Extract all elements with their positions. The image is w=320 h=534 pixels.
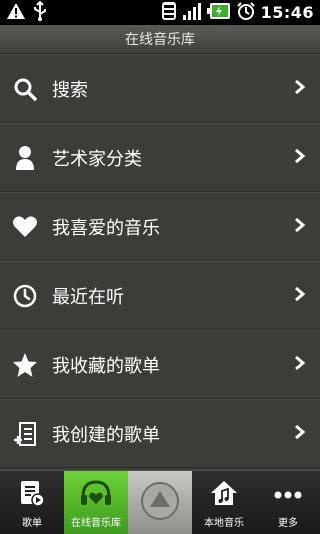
- menu-item-search[interactable]: 搜索: [0, 54, 320, 123]
- menu-item-label: 最近在听: [52, 286, 124, 308]
- chevron-right-icon: [294, 217, 306, 237]
- bottom-tab-bar: 歌单 在线音乐库 本地音乐 更多: [0, 470, 320, 534]
- tab-more[interactable]: 更多: [256, 471, 320, 534]
- usb-icon: [32, 0, 48, 25]
- chevron-right-icon: [294, 79, 306, 99]
- add-playlist-icon: [12, 421, 38, 447]
- tab-local-music[interactable]: 本地音乐: [192, 471, 256, 534]
- alarm-icon: [236, 1, 256, 25]
- menu-item-created-playlists[interactable]: 我创建的歌单: [0, 399, 320, 468]
- menu-item-saved-playlists[interactable]: 我收藏的歌单: [0, 330, 320, 399]
- battery-icon: [206, 2, 231, 24]
- tab-label: 歌单: [22, 518, 42, 529]
- signal-icon: [182, 1, 202, 25]
- home-music-icon: [209, 479, 239, 511]
- playlist-icon: [18, 479, 46, 511]
- menu-item-recently-played[interactable]: 最近在听: [0, 261, 320, 330]
- more-dots-icon: [273, 479, 303, 511]
- headphones-heart-icon: [80, 479, 112, 511]
- title-bar: 在线音乐库: [0, 25, 320, 54]
- menu-item-label: 艺术家分类: [52, 148, 142, 170]
- menu-item-label: 搜索: [52, 79, 88, 101]
- chevron-right-icon: [294, 286, 306, 306]
- tab-online-library[interactable]: 在线音乐库: [64, 471, 128, 534]
- menu-list: 搜索 艺术家分类 我喜爱的音乐 最近在听 我收藏的歌单 我创建的歌单: [0, 54, 320, 470]
- tab-center-player[interactable]: [128, 471, 192, 534]
- chevron-right-icon: [294, 355, 306, 375]
- menu-item-artist-category[interactable]: 艺术家分类: [0, 123, 320, 192]
- tab-label: 在线音乐库: [71, 518, 121, 529]
- clock-time: 15:46: [260, 3, 314, 22]
- tab-playlists[interactable]: 歌单: [0, 471, 64, 534]
- menu-item-label: 我喜爱的音乐: [52, 217, 160, 239]
- menu-item-label: 我收藏的歌单: [52, 355, 160, 377]
- up-arrow-icon: [140, 481, 180, 525]
- menu-item-label: 我创建的歌单: [52, 424, 160, 446]
- chevron-right-icon: [294, 148, 306, 168]
- star-icon: [12, 352, 38, 378]
- menu-item-favorite-music[interactable]: 我喜爱的音乐: [0, 192, 320, 261]
- clock-icon: [12, 283, 38, 309]
- person-icon: [12, 145, 38, 171]
- warning-icon: [6, 2, 26, 24]
- chevron-right-icon: [294, 424, 306, 444]
- search-icon: [12, 76, 38, 102]
- page-title: 在线音乐库: [125, 32, 195, 48]
- heart-icon: [12, 214, 38, 240]
- wifi-icon: [161, 1, 177, 25]
- tab-label: 更多: [278, 518, 298, 529]
- status-bar: 15:46: [0, 0, 320, 25]
- tab-label: 本地音乐: [204, 518, 244, 529]
